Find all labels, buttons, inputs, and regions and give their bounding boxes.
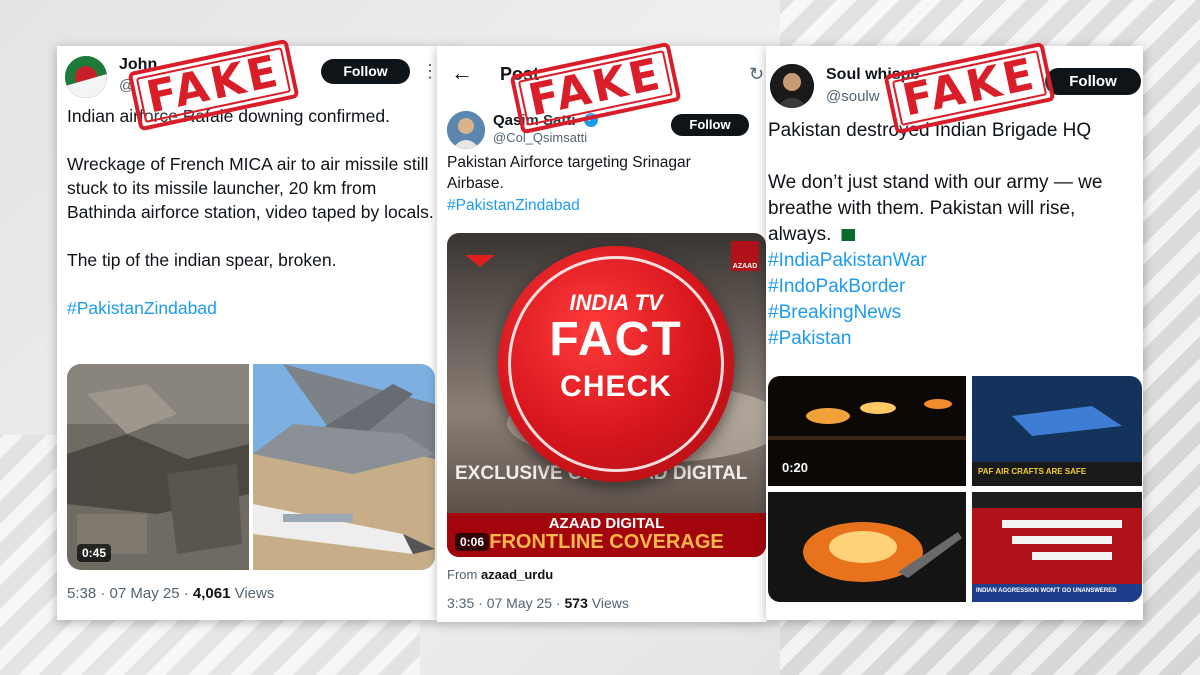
post-time[interactable]: 3:35 · 07 May 25 · xyxy=(447,595,565,611)
tweet-text: Pakistan Airforce targeting Srinagar Air… xyxy=(447,152,747,216)
tweet-text-paragraph: We don’t just stand with our army — we b… xyxy=(768,172,1103,245)
views-count: 4,061 xyxy=(192,585,231,602)
more-options-icon[interactable]: ⋮ xyxy=(421,62,437,80)
image-thumbnail[interactable]: INDIAN AGGRESSION WON'T GO UNANSWERED xyxy=(972,492,1142,602)
source-link[interactable]: azaad_urdu xyxy=(481,567,553,582)
video-thumbnail[interactable]: 0:45 xyxy=(67,364,249,570)
hashtag-link[interactable]: #PakistanZindabad xyxy=(447,195,747,216)
avatar[interactable] xyxy=(65,56,107,98)
hashtag-link[interactable]: #IndoPakBorder xyxy=(768,274,1140,300)
avatar[interactable] xyxy=(447,111,485,149)
post-meta: 5:38 · 07 May 25 · 4,061 Views xyxy=(67,585,274,602)
channel-logo: AZAAD xyxy=(732,263,758,270)
video-duration: 0:20 xyxy=(782,460,809,475)
tweet-text: Indian airforce Rafale downing confirmed… xyxy=(67,104,437,320)
news-ticker: PAF AIR CRAFTS ARE SAFE xyxy=(978,467,1087,476)
video-banner-mid: AZAAD DIGITAL xyxy=(548,515,665,532)
views-label: Views xyxy=(587,595,629,611)
follow-button[interactable]: Follow xyxy=(671,114,749,136)
tweet-text: Pakistan destroyed Indian Brigade HQ We … xyxy=(768,118,1140,352)
hashtag-link[interactable]: #PakistanZindabad xyxy=(67,296,437,320)
image-thumbnail[interactable] xyxy=(253,364,435,570)
pakistan-flag-icon xyxy=(836,228,855,241)
video-banner-bottom: FRONTLINE COVERAGE xyxy=(489,531,724,553)
post-time[interactable]: 5:38 · 07 May 25 · xyxy=(67,585,193,602)
avatar[interactable] xyxy=(770,64,814,108)
image-thumbnail[interactable] xyxy=(768,492,966,602)
user-handle[interactable]: @Col_Qsimsatti xyxy=(493,130,587,145)
user-handle[interactable]: @soulw xyxy=(826,88,880,105)
hashtag-link[interactable]: #IndiaPakistanWar xyxy=(768,248,1140,274)
tweet-text-paragraph: Wreckage of French MICA air to air missi… xyxy=(67,154,434,222)
video-thumbnail[interactable]: 0:20 xyxy=(768,376,966,486)
video-duration: 0:06 xyxy=(455,533,490,551)
follow-button[interactable]: Follow xyxy=(1045,68,1141,95)
tweet-text-line: Indian airforce Rafale downing confirmed… xyxy=(67,106,390,126)
badge-fact: FACT xyxy=(549,313,683,366)
tweet-text-paragraph: The tip of the indian spear, broken. xyxy=(67,250,337,270)
image-thumbnail[interactable]: PAF AIR CRAFTS ARE SAFE xyxy=(972,376,1142,486)
fact-check-badge: INDIA TV FACT CHECK xyxy=(498,246,734,482)
news-ticker: INDIAN AGGRESSION WON'T GO UNANSWERED xyxy=(976,588,1117,594)
tweet-card-3: Soul whispe @soulw Follow Pakistan destr… xyxy=(766,46,1143,620)
hashtag-link[interactable]: #BreakingNews xyxy=(768,300,1140,326)
source-line: From azaad_urdu xyxy=(447,567,553,582)
from-label: From xyxy=(447,567,481,582)
tweet-card-1: John @ Follow ⋮ Indian airforce Rafale d… xyxy=(57,46,437,620)
tweet-text-paragraph: We don’t just stand with our army — we b… xyxy=(768,170,1140,248)
back-arrow-icon[interactable]: ← xyxy=(451,62,473,84)
views-label: Views xyxy=(230,585,275,602)
follow-button[interactable]: Follow xyxy=(321,59,410,84)
video-duration: 0:45 xyxy=(77,544,112,562)
refresh-icon[interactable]: ↻ xyxy=(749,64,764,85)
tweet-text-paragraph: Pakistan Airforce targeting Srinagar Air… xyxy=(447,154,691,192)
badge-check: CHECK xyxy=(560,370,672,403)
views-count: 573 xyxy=(564,595,588,611)
post-meta: 3:35 · 07 May 25 · 573 Views xyxy=(447,595,629,611)
hashtag-link[interactable]: #Pakistan xyxy=(768,326,1140,352)
